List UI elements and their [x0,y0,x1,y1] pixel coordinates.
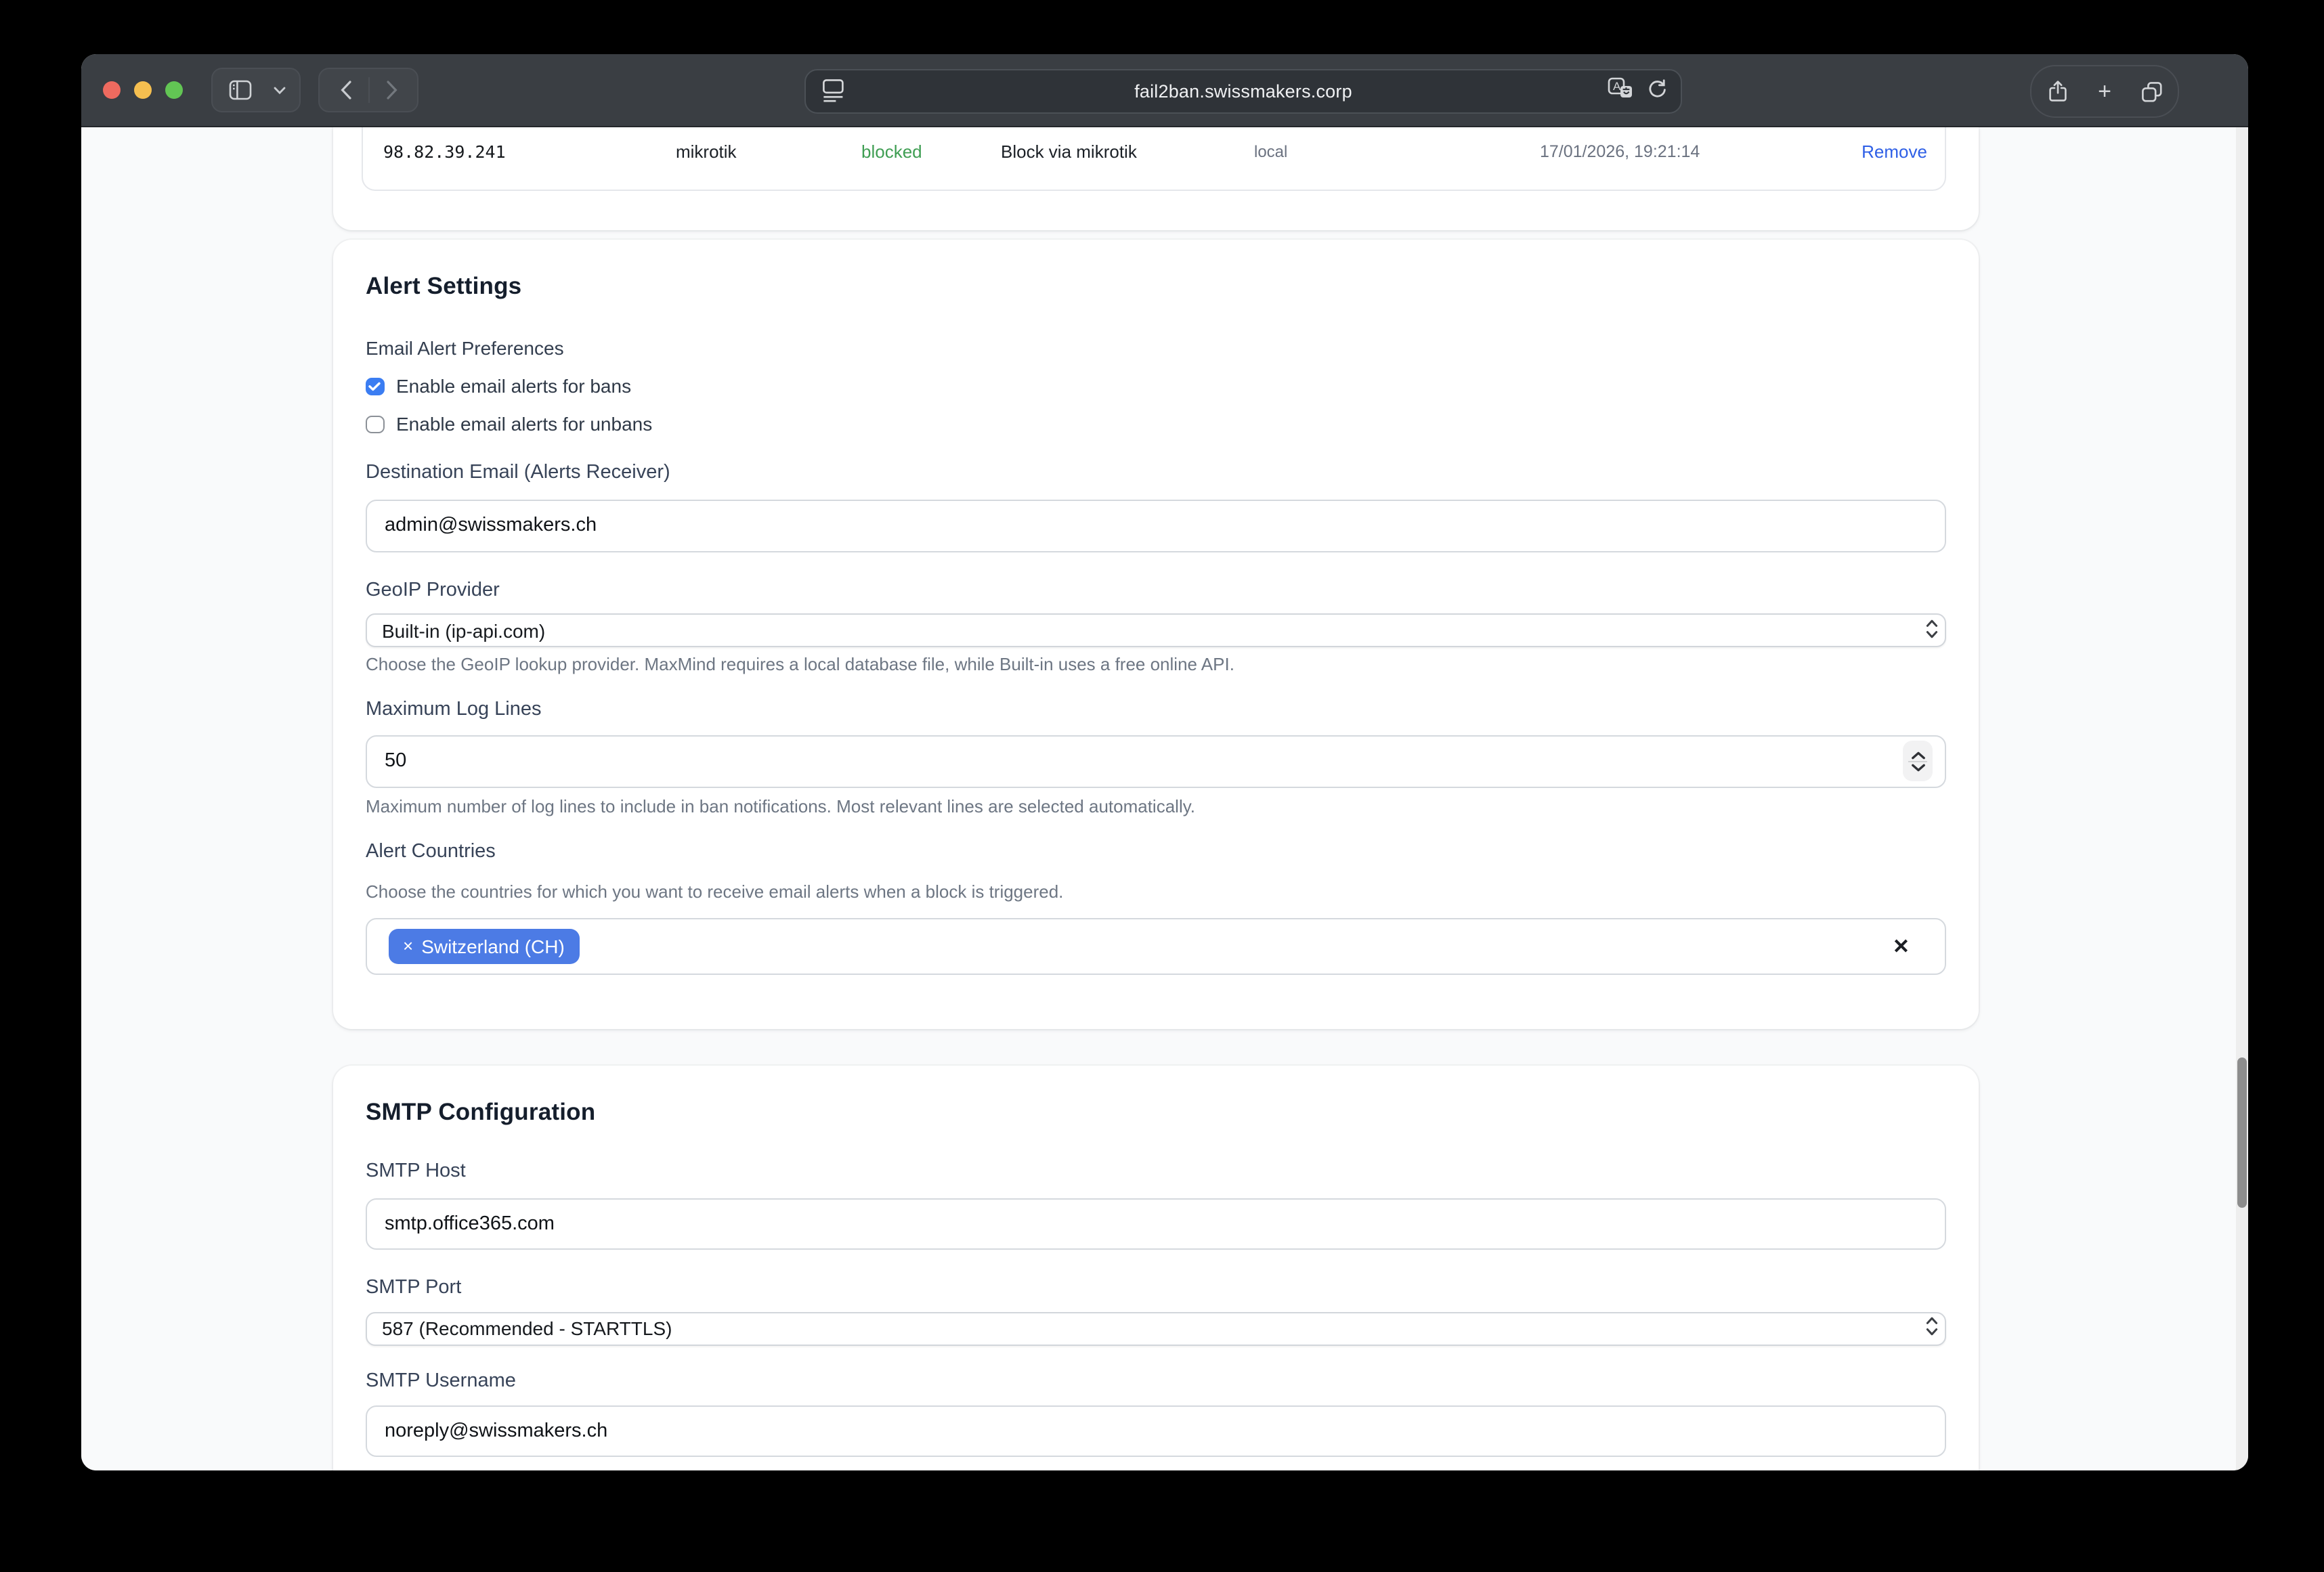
max-log-lines-hint: Maximum number of log lines to include i… [366,796,1946,816]
desktop: fail2ban.swissmakers.corp A [0,0,2324,1572]
number-spinner[interactable] [1903,741,1933,782]
smtp-host-label: SMTP Host [366,1160,1946,1183]
status-badge: blocked [861,141,922,162]
cell-action: Block via mikrotik [1001,141,1137,162]
smtp-username-label: SMTP Username [366,1370,1946,1393]
remove-link[interactable]: Remove [1862,141,1927,162]
checkbox-unbans-label: Enable email alerts for unbans [396,413,652,436]
max-log-lines-field [366,735,1946,787]
new-tab-button[interactable]: + [2084,72,2125,111]
chevron-down-icon [1910,764,1925,772]
scrollbar-track[interactable] [2236,127,2248,1470]
smtp-port-selected: 587 (Recommended - STARTTLS) [382,1317,672,1339]
traffic-lights [103,81,183,99]
alert-countries-input[interactable]: × Switzerland (CH) ✕ [366,917,1946,975]
max-log-lines-input[interactable] [366,735,1946,787]
chevron-down-icon [274,86,286,94]
page-content: 98.82.39.241 mikrotik blocked Block via … [81,127,2248,1470]
check-icon [369,382,381,391]
share-button[interactable] [2038,72,2078,111]
geoip-provider-hint: Choose the GeoIP lookup provider. MaxMin… [366,654,1946,674]
checkbox-unbans[interactable] [366,416,384,434]
cell-jail: mikrotik [676,141,737,162]
blocked-ips-card: 98.82.39.241 mikrotik blocked Block via … [333,127,1979,230]
close-window-button[interactable] [103,81,121,99]
smtp-configuration-title: SMTP Configuration [366,1098,1946,1127]
destination-email-label: Destination Email (Alerts Receiver) [366,462,1946,485]
checkbox-row-unbans[interactable]: Enable email alerts for unbans [366,413,1946,436]
translate-icon[interactable]: A [1608,77,1633,107]
geoip-provider-select[interactable]: Built-in (ip-api.com) [366,613,1946,647]
tabs-overview-icon [2140,81,2162,102]
table-row: 98.82.39.241 mikrotik blocked Block via … [363,127,1945,189]
svg-text:A: A [1613,80,1621,93]
spinner-divider [1908,761,1927,762]
select-stepper-icon [1926,618,1938,642]
tag-remove-icon[interactable]: × [403,938,413,955]
share-icon [2048,80,2068,103]
destination-email-input[interactable] [366,500,1946,552]
address-bar[interactable]: fail2ban.swissmakers.corp A [804,69,1682,114]
checkbox-bans-label: Enable email alerts for bans [396,375,631,398]
chevron-up-icon [1910,751,1925,760]
forward-button[interactable] [371,70,412,110]
sidebar-icon [229,80,252,100]
minimize-window-button[interactable] [134,81,152,99]
select-stepper-icon [1926,1316,1938,1340]
sidebar-toggle-group [211,68,301,112]
sidebar-toggle-button[interactable] [220,70,261,110]
alert-settings-card: Alert Settings Email Alert Preferences E… [333,240,1979,1029]
chevron-left-icon [339,80,351,100]
tab-group-chevron-button[interactable] [267,70,292,110]
smtp-username-input[interactable] [366,1405,1946,1457]
checkbox-bans[interactable] [366,378,384,396]
geoip-provider-label: GeoIP Provider [366,580,1946,603]
plus-icon: + [2098,78,2111,105]
cell-source: local [1254,142,1287,161]
chevron-right-icon [385,80,397,100]
scrollbar-thumb[interactable] [2237,1057,2247,1208]
cell-ip: 98.82.39.241 [383,141,506,162]
blocked-ips-table: 98.82.39.241 mikrotik blocked Block via … [362,127,1946,190]
back-button[interactable] [325,70,366,110]
cell-timestamp: 17/01/2026, 19:21:14 [1540,142,1700,161]
clear-tags-icon[interactable]: ✕ [1893,934,1910,959]
country-tag-switzerland[interactable]: × Switzerland (CH) [388,928,580,964]
zoom-window-button[interactable] [165,81,183,99]
smtp-port-label: SMTP Port [366,1277,1946,1300]
url-text: fail2ban.swissmakers.corp [806,81,1681,102]
browser-toolbar: fail2ban.swissmakers.corp A [81,54,2248,127]
toolbar-right-group: + [2030,65,2179,118]
email-alert-preferences-heading: Email Alert Preferences [366,337,1946,360]
tab-overview-button[interactable] [2131,72,2172,111]
reload-icon[interactable] [1647,78,1667,106]
tag-label: Switzerland (CH) [421,936,565,957]
max-log-lines-label: Maximum Log Lines [366,699,1946,722]
nav-buttons-group [318,68,418,112]
alert-countries-hint: Choose the countries for which you want … [366,881,1946,902]
checkbox-row-bans[interactable]: Enable email alerts for bans [366,375,1946,398]
smtp-host-input[interactable] [366,1198,1946,1250]
browser-window: fail2ban.swissmakers.corp A [81,54,2248,1470]
alert-settings-title: Alert Settings [366,272,1946,301]
nav-divider [368,77,370,103]
alert-countries-label: Alert Countries [366,841,1946,864]
smtp-port-select[interactable]: 587 (Recommended - STARTTLS) [366,1311,1946,1345]
geoip-provider-selected: Built-in (ip-api.com) [382,619,545,641]
smtp-configuration-card: SMTP Configuration SMTP Host SMTP Port 5… [333,1066,1979,1470]
